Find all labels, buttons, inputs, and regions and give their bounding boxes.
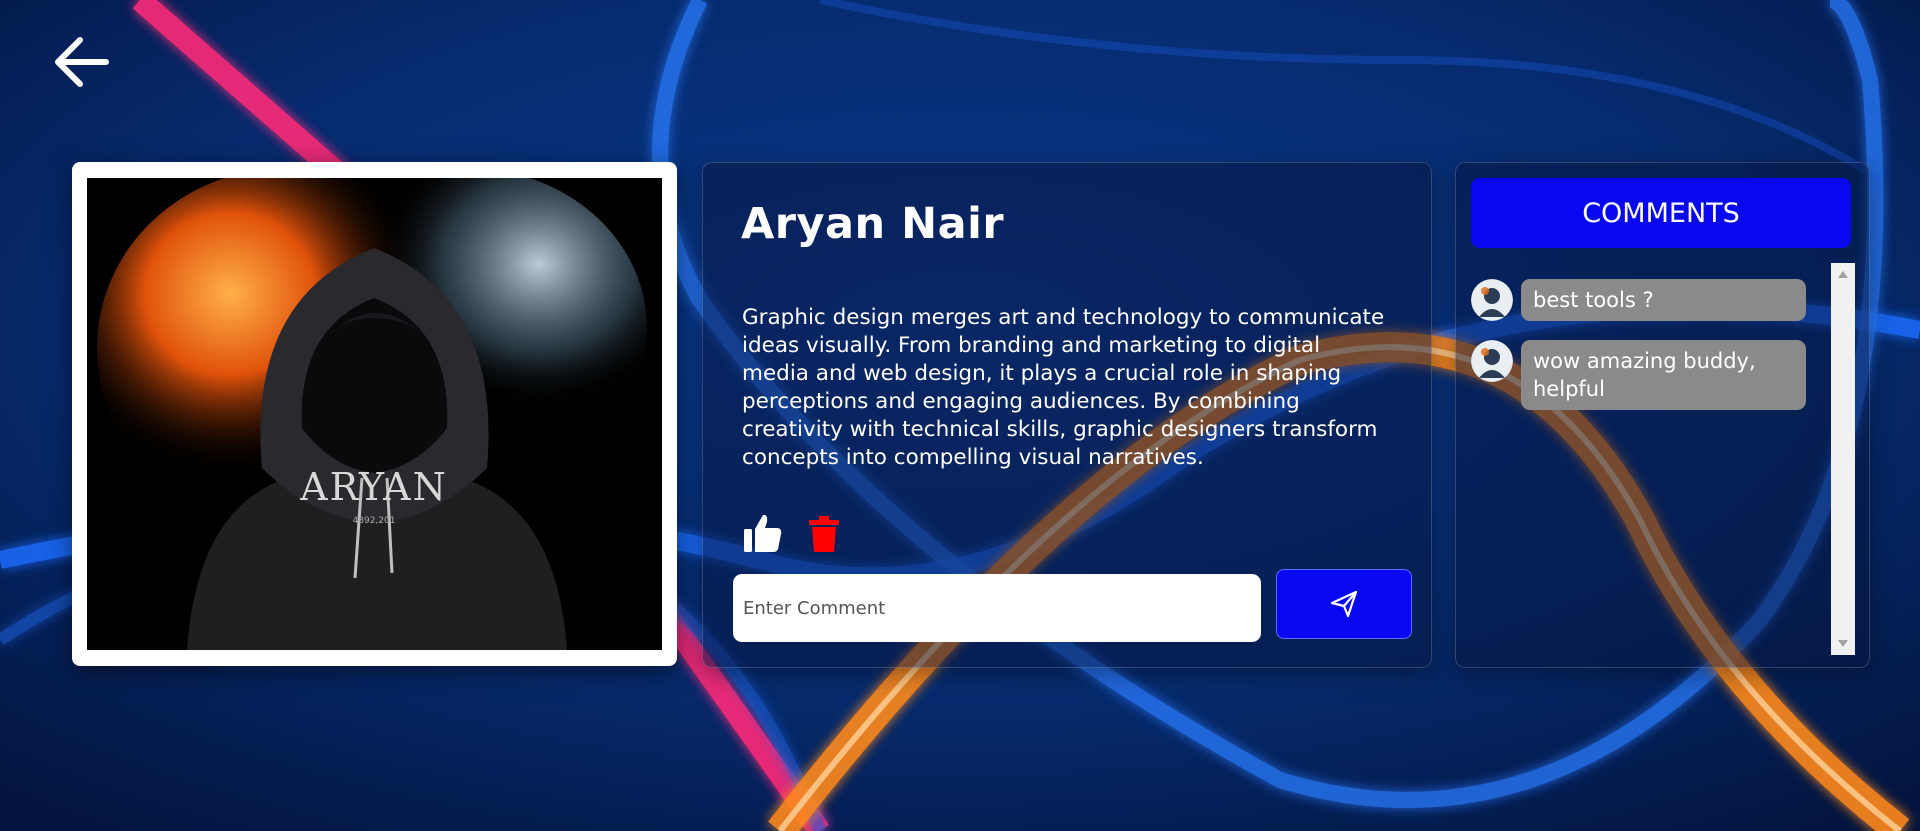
post-author-name: Aryan Nair	[741, 199, 1005, 249]
comment-item: best tools ?	[1471, 279, 1806, 321]
comment-text: best tools ?	[1521, 279, 1806, 321]
comment-input[interactable]	[733, 574, 1261, 642]
delete-button[interactable]	[809, 516, 839, 552]
comments-panel: COMMENTS best tools ? wow amazing buddy,…	[1455, 162, 1870, 668]
avatar-icon	[1471, 279, 1513, 321]
scroll-down-arrow-icon[interactable]	[1838, 640, 1848, 647]
arrow-left-icon	[55, 37, 109, 87]
send-icon	[1330, 590, 1358, 618]
trash-icon	[809, 516, 839, 552]
back-button[interactable]	[50, 30, 114, 94]
comments-list: best tools ? wow amazing buddy, helpful	[1471, 279, 1806, 429]
comments-scrollbar[interactable]	[1831, 263, 1855, 655]
comment-item: wow amazing buddy, helpful	[1471, 340, 1806, 410]
like-button[interactable]	[743, 512, 783, 554]
post-details-card: Aryan Nair Graphic design merges art and…	[702, 162, 1432, 668]
avatar-icon	[1471, 340, 1513, 382]
send-comment-button[interactable]	[1276, 569, 1412, 639]
hoodie-text: ARYAN	[299, 465, 448, 509]
comments-header: COMMENTS	[1471, 178, 1851, 248]
scroll-up-arrow-icon[interactable]	[1838, 271, 1848, 278]
post-image: ARYAN 4892,201	[87, 178, 662, 650]
post-description: Graphic design merges art and technology…	[742, 305, 1385, 470]
comment-text: wow amazing buddy, helpful	[1521, 340, 1806, 410]
thumbs-up-icon	[744, 514, 782, 552]
hooded-figure-illustration: ARYAN 4892,201	[87, 178, 662, 650]
post-image-card: ARYAN 4892,201	[72, 162, 677, 666]
hoodie-subtext: 4892,201	[353, 516, 396, 526]
